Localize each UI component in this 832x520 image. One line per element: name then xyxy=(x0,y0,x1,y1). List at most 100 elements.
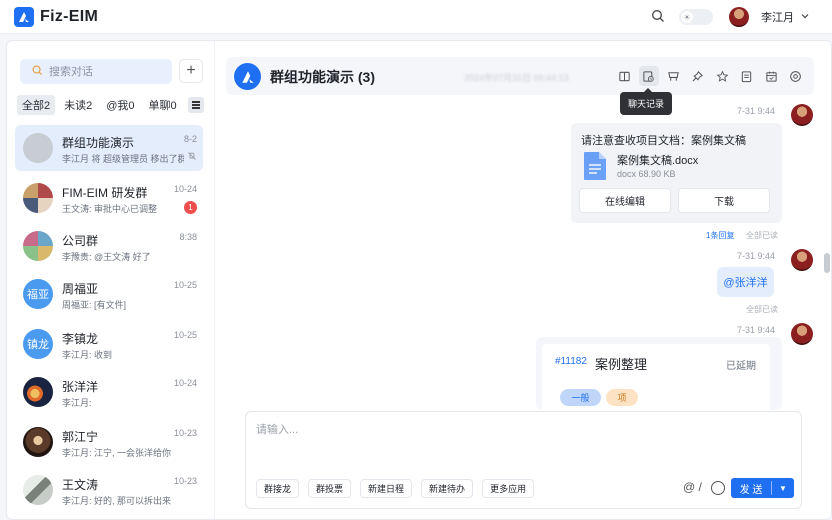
conversation-name: 郭江宁 xyxy=(62,430,99,444)
avatar: 镇龙 xyxy=(23,329,53,359)
conversation-item[interactable]: 群组功能演示 8-2 李江月 将 超级管理员 移出了群聊 xyxy=(15,125,203,171)
send-button-group: 发 送 ▼ xyxy=(731,478,794,498)
task-id: #11182 xyxy=(555,356,587,367)
app-name: Fiz-EIM xyxy=(40,7,99,25)
search-input[interactable] xyxy=(49,65,159,78)
blurred-timestamp: 2024年07月31日 09:44:13 xyxy=(464,73,569,83)
message-time: 7-31 9:44 xyxy=(737,251,776,261)
conversation-item[interactable]: 福亚 周福亚 10-25 周福亚: [有文件] xyxy=(15,271,203,317)
sender-avatar[interactable] xyxy=(791,323,813,345)
composer-actions: 群接龙 群投票 新建日程 新建待办 更多应用 xyxy=(256,479,543,498)
chat-scrollbar[interactable] xyxy=(824,253,830,273)
message-composer: 群接龙 群投票 新建日程 新建待办 更多应用 @ / 发 送 ▼ xyxy=(245,411,802,509)
conversation-name: 公司群 xyxy=(62,234,99,248)
logo-mark-icon xyxy=(14,6,34,27)
sender-avatar[interactable] xyxy=(791,249,813,271)
avatar xyxy=(23,183,53,213)
sender-avatar[interactable] xyxy=(791,104,813,126)
filter-unread[interactable]: 未读2 xyxy=(59,95,97,115)
avatar xyxy=(23,427,53,457)
conversation-time: 10-23 xyxy=(173,428,197,438)
app-logo[interactable]: Fiz-EIM xyxy=(14,6,99,27)
priority-tag: 一般 xyxy=(560,389,601,406)
conversation-item[interactable]: 王文涛 10-23 李江月: 好的, 那可以拆出来 xyxy=(15,467,203,513)
sun-icon: ☀ xyxy=(681,11,693,23)
conversation-name: 周福亚 xyxy=(62,282,99,296)
doc-file-icon xyxy=(582,151,608,181)
task-message[interactable]: #11182 案例整理 已延期 一般 项 xyxy=(536,337,782,410)
read-status: 全部已读 xyxy=(746,305,778,314)
filter-all[interactable]: 全部2 xyxy=(17,95,56,115)
task-title: 案例整理 xyxy=(595,357,648,372)
file-message-title: 请注意查收项目文档：案例集文稿 xyxy=(581,135,746,147)
new-todo-button[interactable]: 新建待办 xyxy=(421,479,474,498)
book-icon[interactable] xyxy=(614,66,634,86)
conversation-item[interactable]: 镇龙 李镇龙 10-25 李江月: 收到 xyxy=(15,321,203,367)
header-toolbar xyxy=(614,66,810,86)
star-icon[interactable] xyxy=(712,66,732,86)
conversation-time: 8-2 xyxy=(183,134,197,144)
conversation-time: 10-23 xyxy=(173,476,197,486)
avatar xyxy=(23,475,53,505)
filter-direct[interactable]: 单聊0 xyxy=(144,95,182,115)
cart-icon[interactable] xyxy=(663,66,683,86)
conversation-preview: 李江月: 江宁, 一会张洋给你 xyxy=(62,448,172,458)
group-vote-button[interactable]: 群投票 xyxy=(308,479,352,498)
tooltip: 聊天记录 xyxy=(620,88,673,115)
conversation-time: 10-24 xyxy=(173,184,197,194)
search-box[interactable] xyxy=(20,59,172,84)
mention-message[interactable]: @张洋洋 xyxy=(717,267,774,297)
group-avatar[interactable] xyxy=(234,63,261,90)
conversation-preview: 王文涛: 审批中心已调整 xyxy=(62,204,158,214)
reply-count-link[interactable]: 1条回复 xyxy=(706,230,734,241)
settings-icon[interactable] xyxy=(786,66,806,86)
conversation-preview: 周福亚: [有文件] xyxy=(62,300,127,310)
more-apps-button[interactable]: 更多应用 xyxy=(482,479,535,498)
user-avatar[interactable] xyxy=(729,7,749,27)
message-input[interactable] xyxy=(256,421,791,461)
emoji-icon[interactable] xyxy=(711,481,725,495)
task-card-body: #11182 案例整理 已延期 一般 项 xyxy=(542,344,770,410)
file-size: docx 68.90 KB xyxy=(617,169,676,179)
pin-icon[interactable] xyxy=(688,66,708,86)
top-bar: Fiz-EIM ☀ 李江月 xyxy=(0,0,832,34)
notes-icon[interactable] xyxy=(737,66,757,86)
conversation-name: 王文涛 xyxy=(62,478,99,492)
chat-header: 群组功能演示 (3) 2024年07月31日 09:44:13 xyxy=(226,57,814,95)
conversation-time: 10-25 xyxy=(173,280,197,290)
send-button[interactable]: 发 送 xyxy=(731,481,771,496)
download-button[interactable]: 下载 xyxy=(678,188,770,213)
mute-icon xyxy=(187,151,197,163)
group-relay-button[interactable]: 群接龙 xyxy=(256,479,300,498)
new-chat-button[interactable]: + xyxy=(179,59,203,83)
conversation-item[interactable]: 张洋洋 10-24 李江月: xyxy=(15,369,203,415)
send-options-chevron-icon[interactable]: ▼ xyxy=(772,484,794,493)
conversation-item[interactable]: 郭江宁 10-23 李江月: 江宁, 一会张洋给你 xyxy=(15,419,203,465)
search-icon[interactable] xyxy=(651,9,665,26)
theme-toggle[interactable]: ☀ xyxy=(679,9,713,25)
calendar-icon[interactable] xyxy=(761,66,781,86)
conversation-item[interactable]: 公司群 8:38 李豫贵: @王文涛 好了 xyxy=(15,223,203,269)
filter-menu-icon[interactable] xyxy=(187,97,204,113)
online-edit-button[interactable]: 在线编辑 xyxy=(579,188,671,213)
plus-icon: + xyxy=(186,62,196,79)
workspace: + 全部2 未读2 @我0 单聊0 群组功能演示 8-2 李江月 将 超级管理员… xyxy=(6,40,832,520)
file-name[interactable]: 案例集文稿.docx xyxy=(617,152,698,168)
file-message: 请注意查收项目文档：案例集文稿 案例集文稿.docx docx 68.90 KB… xyxy=(571,123,782,223)
mention-command-button[interactable]: @ / xyxy=(683,480,702,494)
conversation-time: 10-24 xyxy=(173,378,197,388)
avatar xyxy=(23,231,53,261)
filter-mentions[interactable]: @我0 xyxy=(101,95,139,115)
new-schedule-button[interactable]: 新建日程 xyxy=(360,479,413,498)
conversation-item[interactable]: FIM-EIM 研发群 10-24 王文涛: 审批中心已调整 1 xyxy=(15,175,203,221)
chevron-down-icon[interactable] xyxy=(800,10,810,24)
conversation-time: 8:38 xyxy=(179,232,197,242)
avatar xyxy=(23,377,53,407)
filter-tabs: 全部2 未读2 @我0 单聊0 xyxy=(17,95,204,115)
message-time: 7-31 9:44 xyxy=(737,325,776,335)
chat-history-icon[interactable] xyxy=(638,66,659,86)
user-name[interactable]: 李江月 xyxy=(761,9,794,25)
conversation-name: 张洋洋 xyxy=(62,380,99,394)
read-status: 全部已读 xyxy=(746,231,778,240)
avatar xyxy=(23,133,53,163)
